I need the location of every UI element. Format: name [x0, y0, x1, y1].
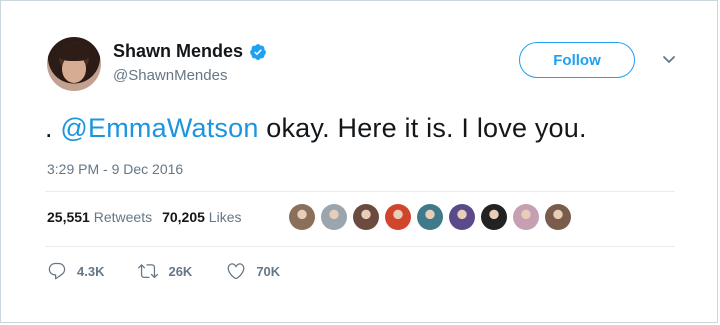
tweet-text: . @EmmaWatson okay. Here it is. I love y… — [45, 113, 587, 144]
retweets-count: 25,551 — [47, 209, 90, 225]
liker-avatar-5[interactable] — [417, 204, 443, 230]
liker-avatar-4[interactable] — [385, 204, 411, 230]
liker-avatars — [289, 204, 571, 230]
engagement-stats: 25,551 Retweets 70,205 Likes — [47, 209, 241, 225]
retweets-stat[interactable]: 25,551 Retweets — [47, 209, 152, 225]
chevron-down-icon[interactable] — [661, 51, 677, 67]
likes-stat[interactable]: 70,205 Likes — [162, 209, 241, 225]
verified-badge-icon — [250, 43, 266, 60]
liker-avatar-6[interactable] — [449, 204, 475, 230]
like-count: 70K — [256, 263, 281, 279]
reply-icon — [48, 262, 66, 280]
tweet-timestamp[interactable]: 3:29 PM - 9 Dec 2016 — [47, 161, 183, 177]
divider-top — [45, 191, 675, 192]
liker-avatar-1[interactable] — [289, 204, 315, 230]
retweet-action[interactable]: 26K — [138, 261, 192, 281]
likes-count: 70,205 — [162, 209, 205, 225]
like-action[interactable]: 70K — [226, 261, 280, 281]
reply-action[interactable]: 4.3K — [47, 261, 104, 281]
retweet-icon — [138, 264, 159, 279]
tweet-header: Shawn Mendes @ShawnMendes Follow — [47, 37, 677, 91]
user-handle[interactable]: @ShawnMendes — [113, 67, 227, 84]
tweet-body: okay. Here it is. I love you. — [258, 113, 587, 143]
mention-link[interactable]: @EmmaWatson — [60, 113, 258, 143]
liker-avatar-8[interactable] — [513, 204, 539, 230]
heart-icon — [227, 263, 245, 280]
user-avatar[interactable] — [47, 37, 101, 91]
user-name[interactable]: Shawn Mendes — [113, 41, 243, 62]
liker-avatar-7[interactable] — [481, 204, 507, 230]
liker-avatar-2[interactable] — [321, 204, 347, 230]
divider-bottom — [45, 246, 675, 247]
tweet-prefix: . — [45, 113, 61, 143]
retweets-label: Retweets — [93, 209, 153, 225]
tweet-card: Shawn Mendes @ShawnMendes Follow . @Emma… — [0, 0, 718, 323]
retweet-count: 26K — [168, 263, 193, 279]
tweet-actions: 4.3K 26K 70K — [47, 261, 280, 281]
name-row: Shawn Mendes — [113, 41, 267, 62]
liker-avatar-3[interactable] — [353, 204, 379, 230]
likes-label: Likes — [208, 209, 242, 225]
liker-avatar-9[interactable] — [545, 204, 571, 230]
reply-count: 4.3K — [77, 263, 105, 279]
follow-button[interactable]: Follow — [519, 42, 635, 78]
avatar-hair — [57, 43, 91, 61]
